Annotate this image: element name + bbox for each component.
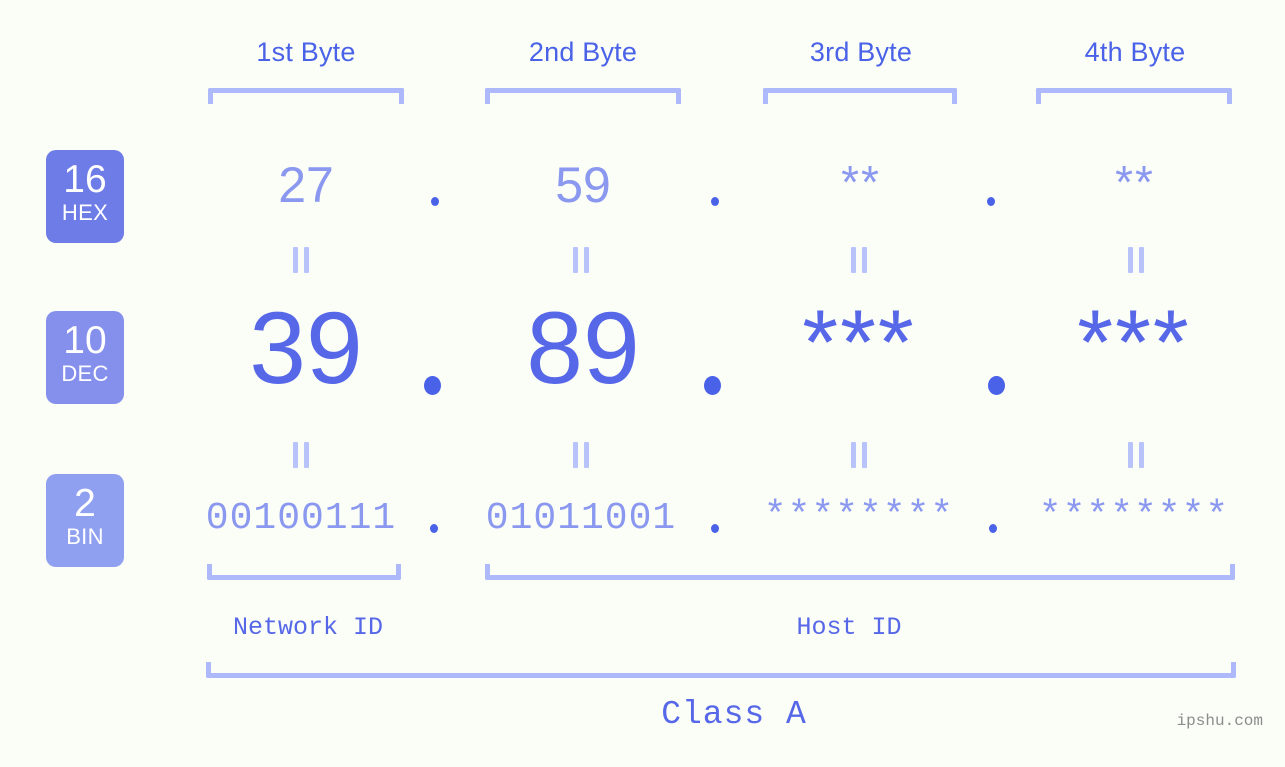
base-badge-dec-label: DEC: [61, 361, 109, 386]
equals-mark-hex-dec-4: [1126, 247, 1146, 273]
network-id-bracket: [207, 564, 401, 580]
watermark: ipshu.com: [1176, 712, 1263, 730]
byte-bracket-top-3: [763, 88, 957, 104]
bin-byte-1-value: 00100111: [205, 497, 397, 540]
host-id-label: Host ID: [796, 613, 902, 642]
host-id-bracket: [485, 564, 1235, 580]
bin-byte-4-value: ********: [1038, 495, 1230, 538]
base-badge-dec: 10 DEC: [46, 311, 124, 404]
dec-byte-1-value: 39: [249, 291, 363, 405]
dec-separator-dot-3: [988, 376, 1005, 395]
equals-mark-hex-dec-3: [849, 247, 869, 273]
base-badge-hex-label: HEX: [61, 200, 109, 225]
byte-header-4: 4th Byte: [1084, 37, 1186, 67]
byte-bracket-top-1: [208, 88, 404, 104]
equals-mark-hex-dec-1: [291, 247, 311, 273]
equals-mark-hex-dec-2: [571, 247, 591, 273]
ip-address-breakdown-diagram: 1st Byte 2nd Byte 3rd Byte 4th Byte 16 H…: [0, 0, 1285, 767]
class-bracket: [206, 662, 1236, 678]
hex-byte-1-value: 27: [278, 157, 334, 213]
bin-separator-dot-2: [711, 524, 719, 533]
base-badge-bin-number: 2: [74, 482, 96, 525]
byte-header-3: 3rd Byte: [809, 37, 913, 67]
bin-byte-2-value: 01011001: [485, 497, 677, 540]
byte-header-1: 1st Byte: [256, 37, 356, 67]
bin-byte-3-value: ********: [763, 495, 955, 538]
network-id-label: Network ID: [232, 613, 384, 642]
equals-mark-dec-bin-4: [1126, 442, 1146, 468]
byte-header-2: 2nd Byte: [528, 37, 638, 67]
byte-bracket-top-4: [1036, 88, 1232, 104]
equals-mark-dec-bin-3: [849, 442, 869, 468]
class-label: Class A: [661, 696, 807, 733]
hex-separator-dot-3: [987, 197, 995, 206]
hex-byte-2-value: 59: [555, 157, 611, 213]
hex-separator-dot-2: [711, 197, 719, 206]
dec-byte-4-value: ***: [1077, 292, 1191, 394]
hex-separator-dot-1: [431, 197, 439, 206]
base-badge-hex-number: 16: [63, 158, 107, 201]
equals-mark-dec-bin-1: [291, 442, 311, 468]
dec-separator-dot-1: [424, 376, 441, 395]
byte-bracket-top-2: [485, 88, 681, 104]
base-badge-bin: 2 BIN: [46, 474, 124, 567]
equals-mark-dec-bin-2: [571, 442, 591, 468]
hex-byte-4-value: **: [1115, 156, 1155, 208]
base-badge-dec-number: 10: [63, 319, 107, 362]
dec-byte-2-value: 89: [526, 291, 640, 405]
bin-separator-dot-3: [989, 524, 997, 533]
dec-separator-dot-2: [704, 376, 721, 395]
base-badge-bin-label: BIN: [66, 524, 104, 549]
bin-separator-dot-1: [430, 524, 438, 533]
dec-byte-3-value: ***: [802, 292, 916, 394]
base-badge-hex: 16 HEX: [46, 150, 124, 243]
hex-byte-3-value: **: [841, 156, 881, 208]
